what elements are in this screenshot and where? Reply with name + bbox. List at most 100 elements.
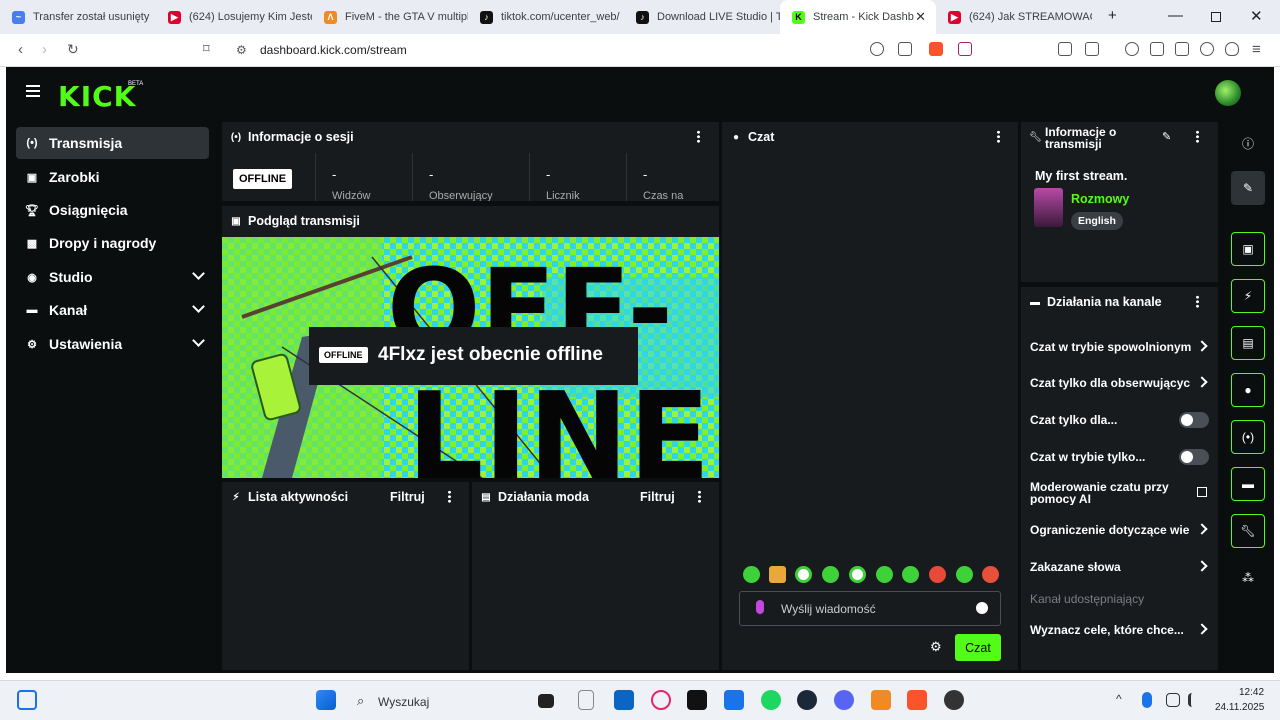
action-banned-words[interactable]: Zakazane słowa — [1030, 560, 1200, 574]
chat-bubble-icon[interactable]: ● — [1231, 373, 1265, 407]
sidebar-item-transmisja[interactable]: (•) Transmisja — [16, 127, 209, 159]
share-icon[interactable] — [898, 42, 912, 56]
reader-icon[interactable] — [1085, 42, 1099, 56]
url-field[interactable]: dashboard.kick.com/stream — [260, 43, 407, 57]
action-slow-mode[interactable]: Czat w trybie spowolnionym — [1030, 340, 1200, 354]
brave-shields-icon[interactable] — [929, 42, 943, 56]
browser-tab[interactable]: ▶ (624) Losujemy Kim Jeste — [156, 0, 312, 34]
search-icon[interactable]: ⌕ — [357, 693, 364, 709]
action-chat-mode-only[interactable]: Czat w trybie tylko... — [1030, 450, 1200, 464]
browser-tab[interactable]: ♪ tiktok.com/ucenter_web/ — [468, 0, 624, 34]
close-tab-icon[interactable]: ✕ — [915, 9, 926, 25]
document-icon[interactable]: ▤ — [1231, 326, 1265, 360]
action-restrictions[interactable]: Ograniczenie dotyczące wie — [1030, 523, 1200, 537]
widgets-icon[interactable] — [17, 690, 37, 710]
more-options-icon[interactable] — [698, 490, 701, 503]
browser-tab[interactable]: ~ Transfer został usunięty — [0, 0, 156, 34]
network-icon[interactable] — [1166, 693, 1180, 707]
emoji-icon[interactable] — [976, 602, 988, 614]
more-options-icon[interactable] — [697, 130, 700, 143]
maximize-icon[interactable] — [1211, 12, 1221, 22]
lightning-icon[interactable]: ⚡︎ — [1231, 279, 1265, 313]
wrench-icon[interactable]: 🔧︎ — [1231, 514, 1265, 548]
browser-tab[interactable]: ♪ Download LIVE Studio | T — [624, 0, 780, 34]
mod-actions-filter-button[interactable]: Filtruj — [640, 490, 675, 504]
sidebar-item-studio[interactable]: ◉ Studio — [16, 261, 209, 293]
sidebar-icon[interactable] — [1150, 42, 1164, 56]
emote-icon[interactable] — [956, 566, 973, 583]
leo-icon[interactable] — [1200, 42, 1214, 56]
vpn-icon[interactable] — [1225, 42, 1239, 56]
new-tab-icon[interactable]: + — [1108, 7, 1117, 24]
toggle-chat-only-for[interactable] — [1179, 412, 1209, 428]
sidebar-item-kanal[interactable]: ▬ Kanał — [16, 294, 209, 326]
minimize-icon[interactable]: — — [1168, 7, 1183, 24]
emote-icon[interactable] — [795, 566, 812, 583]
fivem-icon[interactable] — [871, 690, 891, 710]
edit-pencil-icon[interactable]: ✎ — [1162, 130, 1171, 143]
channel-actions-icon[interactable]: ▬ — [1231, 467, 1265, 501]
steam-icon[interactable] — [797, 690, 817, 710]
capcut-icon[interactable] — [687, 690, 707, 710]
forward-icon[interactable]: › — [42, 41, 47, 58]
activity-filter-button[interactable]: Filtruj — [390, 490, 425, 504]
chat-send-button[interactable]: Czat — [955, 634, 1001, 661]
menu-icon[interactable]: ≡ — [1252, 41, 1261, 58]
file-icon[interactable] — [578, 690, 594, 710]
preview-toggle-icon[interactable]: ▣ — [1231, 232, 1265, 266]
brave-rewards-icon[interactable] — [958, 42, 972, 56]
microphone-icon[interactable] — [756, 600, 764, 614]
browser-tab-active[interactable]: K Stream - Kick Dashb ✕ — [780, 0, 936, 34]
emote-icon[interactable] — [849, 566, 866, 583]
linkedin-icon[interactable] — [614, 690, 634, 710]
chevron-up-icon[interactable]: ^ — [1116, 692, 1122, 706]
browser-tab[interactable]: Λ FiveM - the GTA V multipl — [312, 0, 468, 34]
emote-icon[interactable] — [982, 566, 999, 583]
more-options-icon[interactable] — [448, 490, 451, 503]
app-icon[interactable] — [724, 690, 744, 710]
kick-logo[interactable]: KICK — [58, 80, 136, 113]
bookmark-icon[interactable]: ⌑ — [203, 41, 210, 57]
action-chat-only-for[interactable]: Czat tylko dla... — [1030, 413, 1200, 427]
broadcast-icon[interactable]: (•) — [1231, 420, 1265, 454]
extensions-icon[interactable] — [1058, 42, 1072, 56]
opera-icon[interactable] — [651, 690, 671, 710]
more-options-icon[interactable] — [1196, 130, 1199, 143]
edit-pencil-icon[interactable]: ✎ — [1231, 171, 1265, 205]
more-options-icon[interactable] — [1196, 295, 1199, 308]
wallet-icon[interactable] — [1175, 42, 1189, 56]
sidebar-item-ustawienia[interactable]: ⚙ Ustawienia — [16, 328, 209, 360]
hamburger-menu-icon[interactable] — [26, 85, 40, 97]
site-settings-icon[interactable]: ⚙ — [236, 43, 247, 57]
action-ai-moderation[interactable]: Moderowanie czatu przy pomocy AI — [1030, 481, 1200, 505]
info-icon[interactable]: ⓘ — [1231, 126, 1265, 160]
taskbar-search[interactable]: Wyszukaj — [378, 695, 429, 709]
category-thumbnail[interactable] — [1034, 188, 1063, 227]
emote-icon[interactable] — [929, 566, 946, 583]
obs-icon[interactable] — [944, 690, 964, 710]
volume-icon[interactable] — [1188, 693, 1202, 707]
sidebar-item-osiagniecia[interactable]: 🏆︎ Osiągnięcia — [16, 194, 209, 226]
emote-icon[interactable] — [822, 566, 839, 583]
action-set-goals[interactable]: Wyznacz cele, które chce... — [1030, 623, 1200, 637]
sidebar-item-zarobki[interactable]: ▣ Zarobki — [16, 161, 209, 193]
brave-icon[interactable] — [907, 690, 927, 710]
chat-settings-icon[interactable]: ⚙ — [930, 639, 942, 655]
clock-date[interactable]: 24.11.2025 — [1215, 702, 1264, 713]
chat-message-input[interactable]: Wyślij wiadomość — [739, 591, 1001, 626]
add-widget-icon[interactable]: ⁂ — [1231, 561, 1265, 595]
microphone-icon[interactable] — [1142, 692, 1152, 708]
translate-icon[interactable] — [870, 42, 884, 56]
user-avatar[interactable] — [1215, 80, 1241, 106]
emote-icon[interactable] — [902, 566, 919, 583]
category-link[interactable]: Rozmowy — [1071, 192, 1129, 206]
external-link-icon[interactable] — [1197, 487, 1207, 497]
task-view-icon[interactable] — [538, 694, 554, 708]
reload-icon[interactable]: ↻ — [67, 41, 79, 58]
action-followers-only[interactable]: Czat tylko dla obserwującyc — [1030, 376, 1200, 390]
emote-icon[interactable] — [769, 566, 786, 583]
browser-tab[interactable]: ▶ (624) Jak STREAMOWAĆ — [936, 0, 1092, 34]
toggle-chat-mode-only[interactable] — [1179, 449, 1209, 465]
spotify-icon[interactable] — [761, 690, 781, 710]
emote-icon[interactable] — [876, 566, 893, 583]
